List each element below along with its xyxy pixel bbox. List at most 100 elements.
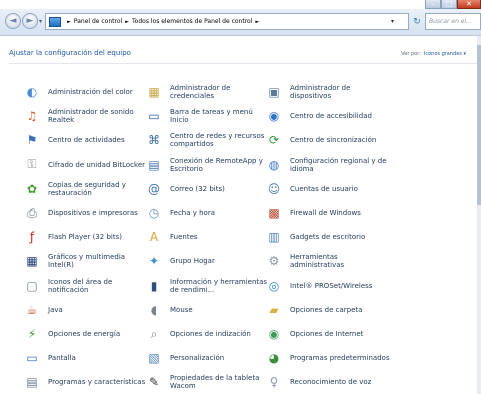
- control-panel-item[interactable]: ▦ Administrador de credenciales: [145, 79, 270, 105]
- control-panel-item[interactable]: ◕ Programas predeterminados: [265, 345, 390, 371]
- item-label[interactable]: Barra de tareas y menú Inicio: [170, 108, 270, 124]
- control-panel-item[interactable]: ☺ Cuentas de usuario: [265, 176, 390, 202]
- item-label[interactable]: Configuración regional y de idioma: [290, 157, 390, 173]
- item-label[interactable]: Copias de seguridad y restauración: [48, 181, 148, 197]
- item-icon: ◉: [268, 327, 280, 341]
- item-label[interactable]: Opciones de energía: [48, 330, 148, 338]
- control-panel-item[interactable]: ☕ Java: [23, 297, 148, 323]
- address-dropdown-icon[interactable]: ▾: [391, 18, 394, 25]
- breadcrumb-item[interactable]: Panel de control: [74, 18, 122, 25]
- control-panel-item[interactable]: ƒ Flash Player (32 bits): [23, 224, 148, 250]
- maximize-button[interactable]: □: [441, 0, 457, 9]
- control-panel-item[interactable]: ▩ Firewall de Windows: [265, 200, 390, 226]
- item-icon: ▦: [148, 85, 160, 99]
- refresh-icon[interactable]: ↻: [411, 13, 423, 30]
- control-panel-item[interactable]: ▭ Barra de tareas y menú Inicio: [145, 103, 270, 129]
- item-label[interactable]: Reconocimiento de voz: [290, 378, 390, 386]
- item-label[interactable]: Opciones de Internet: [290, 330, 390, 338]
- item-label[interactable]: Administrador de credenciales: [170, 84, 270, 100]
- item-label[interactable]: Cifrado de unidad BitLocker: [48, 161, 148, 169]
- item-label[interactable]: Conexión de RemoteApp y Escritorio: [170, 157, 270, 173]
- control-panel-item[interactable]: ⎙ Dispositivos e impresoras: [23, 200, 148, 226]
- item-label[interactable]: Programas predeterminados: [290, 354, 390, 362]
- item-label[interactable]: Java: [48, 306, 148, 314]
- item-label[interactable]: Herramientas administrativas: [290, 253, 390, 269]
- breadcrumb-separator-icon[interactable]: ►: [125, 19, 129, 25]
- control-panel-item[interactable]: ⚡ Opciones de energía: [23, 321, 148, 347]
- control-panel-item[interactable]: ♀ Reconocimiento de voz: [265, 369, 390, 394]
- control-panel-item[interactable]: ◖ Mouse: [145, 297, 270, 323]
- control-panel-item[interactable]: ⌘ Centro de redes y recursos compartidos: [145, 127, 270, 153]
- item-label[interactable]: Fuentes: [170, 233, 270, 241]
- scrollbar-thumb[interactable]: [477, 45, 481, 205]
- item-label[interactable]: Centro de actividades: [48, 136, 148, 144]
- control-panel-item[interactable]: A Fuentes: [145, 224, 270, 250]
- control-panel-item[interactable]: ▤ Programas y características: [23, 369, 148, 394]
- item-label[interactable]: Iconos del área de notificación: [48, 278, 148, 294]
- item-label[interactable]: Flash Player (32 bits): [48, 233, 148, 241]
- item-label[interactable]: Opciones de carpeta: [290, 306, 390, 314]
- item-label[interactable]: Personalización: [170, 354, 270, 362]
- control-panel-item[interactable]: ⚑ Centro de actividades: [23, 127, 148, 153]
- item-label[interactable]: Gadgets de escritorio: [290, 233, 390, 241]
- control-panel-item[interactable]: ⚿ Cifrado de unidad BitLocker: [23, 152, 148, 178]
- item-label[interactable]: Propiedades de la tableta Wacom: [170, 374, 270, 390]
- search-input[interactable]: Buscar en el...: [425, 13, 481, 30]
- item-label[interactable]: Opciones de indización: [170, 330, 270, 338]
- item-label[interactable]: Fecha y hora: [170, 209, 270, 217]
- item-label[interactable]: Programas y características: [48, 378, 148, 386]
- control-panel-item[interactable]: ◷ Fecha y hora: [145, 200, 270, 226]
- view-by-dropdown[interactable]: Iconos grandes ▾: [424, 51, 466, 57]
- minimize-button[interactable]: –: [425, 0, 441, 9]
- control-panel-item[interactable]: ▭ Pantalla: [23, 345, 148, 371]
- item-label[interactable]: Centro de redes y recursos compartidos: [170, 132, 270, 148]
- item-icon: ◎: [268, 278, 280, 293]
- item-icon: ◐: [26, 85, 38, 99]
- item-label[interactable]: Gráficos y multimedia Intel(R): [48, 253, 148, 269]
- item-label[interactable]: Administración del color: [48, 88, 148, 96]
- control-panel-item[interactable]: ◍ Configuración regional y de idioma: [265, 152, 390, 178]
- control-panel-item[interactable]: ▢ Iconos del área de notificación: [23, 273, 148, 299]
- control-panel-item[interactable]: ✿ Copias de seguridad y restauración: [23, 176, 148, 202]
- address-bar[interactable]: ► Panel de control ► Todos los elementos…: [45, 13, 409, 30]
- item-label[interactable]: Intel® PROSet/Wireless: [290, 282, 390, 290]
- history-dropdown-icon[interactable]: ▾: [39, 18, 42, 25]
- control-panel-item[interactable]: ✦ Grupo Hogar: [145, 248, 270, 274]
- control-panel-item[interactable]: ◎ Intel® PROSet/Wireless: [265, 273, 390, 299]
- control-panel-item[interactable]: ▧ Personalización: [145, 345, 270, 371]
- breadcrumb-item[interactable]: Todos los elementos de Panel de control: [132, 18, 252, 25]
- control-panel-item[interactable]: ▦ Gráficos y multimedia Intel(R): [23, 248, 148, 274]
- item-label[interactable]: Cuentas de usuario: [290, 185, 390, 193]
- control-panel-item[interactable]: @ Correo (32 bits): [145, 176, 270, 202]
- control-panel-item[interactable]: ▣ Administrador de dispositivos: [265, 79, 390, 105]
- control-panel-item[interactable]: ⌕ Opciones de indización: [145, 321, 270, 347]
- back-button[interactable]: ◄: [5, 13, 21, 29]
- control-panel-item[interactable]: ◐ Administración del color: [23, 79, 148, 105]
- item-label[interactable]: Administrador de dispositivos: [290, 84, 390, 100]
- close-button[interactable]: ✕: [457, 0, 481, 9]
- item-label[interactable]: Pantalla: [48, 354, 148, 362]
- control-panel-item[interactable]: ▰ Opciones de carpeta: [265, 297, 390, 323]
- item-label[interactable]: Grupo Hogar: [170, 257, 270, 265]
- item-label[interactable]: Firewall de Windows: [290, 209, 390, 217]
- control-panel-item[interactable]: ▮ Información y herramientas de rendimi..…: [145, 273, 270, 299]
- control-panel-item[interactable]: ▤ Conexión de RemoteApp y Escritorio: [145, 152, 270, 178]
- breadcrumb-separator-icon[interactable]: ►: [255, 19, 259, 25]
- item-label[interactable]: Dispositivos e impresoras: [48, 209, 148, 217]
- control-panel-item[interactable]: ♫ Administrador de sonido Realtek: [23, 103, 148, 129]
- item-label[interactable]: Centro de sincronización: [290, 136, 390, 144]
- control-panel-item[interactable]: ◉ Centro de accesibilidad: [265, 103, 390, 129]
- item-label[interactable]: Información y herramientas de rendimi...: [170, 278, 270, 294]
- item-label[interactable]: Correo (32 bits): [170, 185, 270, 193]
- control-panel-item[interactable]: ⟳ Centro de sincronización: [265, 127, 390, 153]
- breadcrumb-separator-icon[interactable]: ►: [67, 19, 71, 25]
- control-panel-item[interactable]: ◉ Opciones de Internet: [265, 321, 390, 347]
- control-panel-item[interactable]: ▥ Gadgets de escritorio: [265, 224, 390, 250]
- item-label[interactable]: Administrador de sonido Realtek: [48, 108, 148, 124]
- header-divider: [9, 63, 478, 64]
- item-label[interactable]: Centro de accesibilidad: [290, 112, 390, 120]
- forward-button[interactable]: ►: [22, 13, 38, 29]
- item-label[interactable]: Mouse: [170, 306, 270, 314]
- control-panel-item[interactable]: ✎ Propiedades de la tableta Wacom: [145, 369, 270, 394]
- control-panel-item[interactable]: ⚙ Herramientas administrativas: [265, 248, 390, 274]
